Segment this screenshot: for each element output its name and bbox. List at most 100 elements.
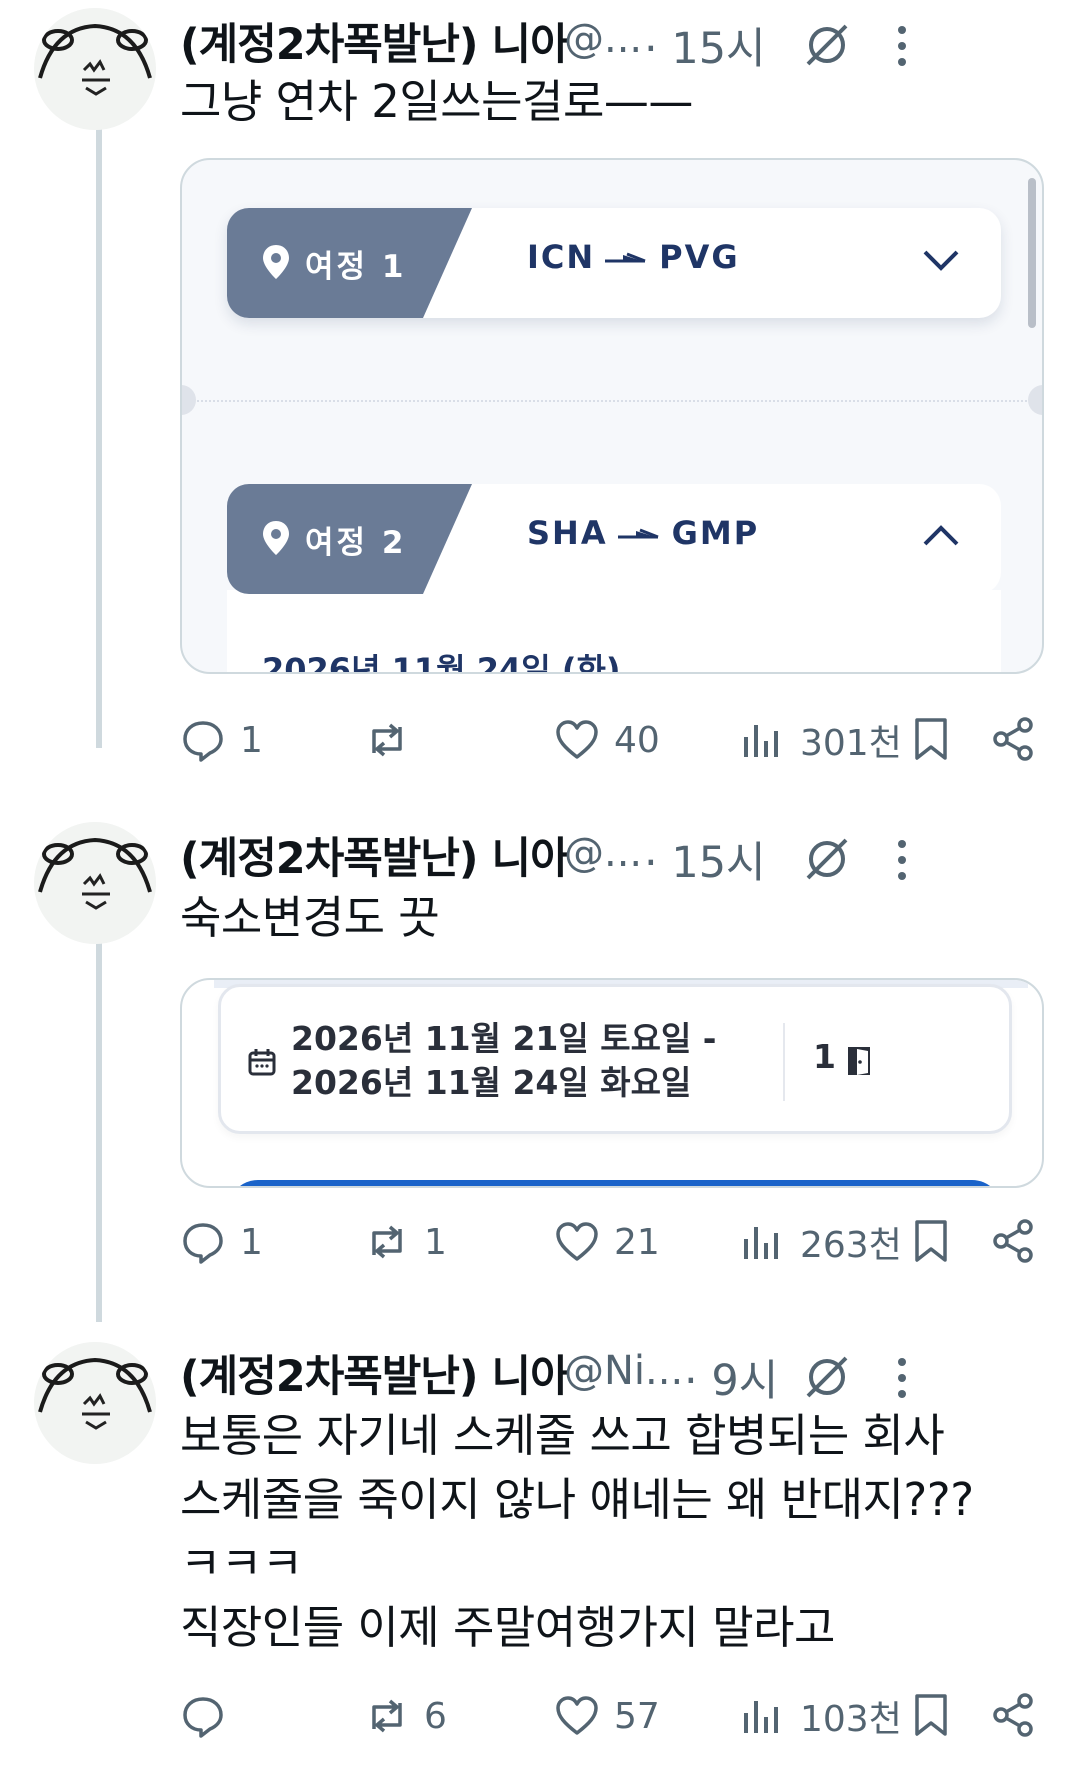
grok-icon[interactable] <box>802 1352 852 1402</box>
ticket-divider <box>182 400 1042 402</box>
tweet-text: 보통은 자기네 스케줄 쓰고 합병되는 회사 스케줄을 죽이지 않나 얘네는 왜… <box>180 1404 974 1660</box>
view-count: 103천 <box>800 1699 902 1740</box>
view-count: 301천 <box>800 723 902 764</box>
reply-button[interactable]: 1 <box>180 710 263 770</box>
action-bar: 6 57 103천 <box>180 1686 1050 1746</box>
avatar[interactable] <box>34 822 156 944</box>
avatar[interactable] <box>34 8 156 130</box>
tweet-text: 그냥 연차 2일쓰는걸로—— <box>180 70 693 134</box>
scrollbar[interactable] <box>1028 178 1036 328</box>
itinerary-label: 여정 1 <box>305 249 407 285</box>
like-icon <box>556 1696 598 1735</box>
repost-icon <box>372 1699 402 1733</box>
hotel-screenshot[interactable]: 2026년 11월 21일 토요일 - 2026년 11월 24일 화요일 1 <box>180 978 1044 1188</box>
origin-code: ICN <box>527 238 596 276</box>
ticket-notch <box>1028 385 1042 415</box>
grok-icon[interactable] <box>802 20 852 70</box>
bookmark-icon[interactable] <box>908 716 954 762</box>
check-in-date: 2026년 11월 21일 토요일 - <box>291 1019 717 1058</box>
reply-button[interactable]: 1 <box>180 1212 263 1272</box>
display-name[interactable]: (계정2차폭발난) 니아 <box>180 1342 570 1404</box>
stay-dates: 2026년 11월 21일 토요일 - 2026년 11월 24일 화요일 <box>291 1017 717 1105</box>
repost-icon <box>372 723 402 757</box>
tweet[interactable]: (계정2차폭발난) 니아 @... · 15시 그냥 연차 2일쓰는걸로—— 여… <box>0 0 1080 790</box>
repost-button[interactable] <box>364 710 424 770</box>
repost-count: 1 <box>424 1221 447 1263</box>
ticket-notch <box>182 385 196 415</box>
views-icon <box>744 1701 778 1733</box>
more-icon[interactable] <box>892 24 912 68</box>
destination-code: PVG <box>659 238 740 276</box>
repost-button[interactable]: 1 <box>364 1212 447 1272</box>
views-icon <box>744 725 778 757</box>
reply-count: 1 <box>240 719 263 761</box>
reply-count: 1 <box>240 1221 263 1263</box>
like-button[interactable]: 21 <box>554 1212 660 1272</box>
check-out-date: 2026년 11월 24일 화요일 <box>291 1063 692 1102</box>
plane-arrow-icon <box>617 528 659 539</box>
timestamp[interactable]: · 15시 <box>644 828 766 890</box>
flight-date: 2026년 11월 24일 (화) <box>262 651 621 674</box>
display-name[interactable]: (계정2차폭발난) 니아 <box>180 824 570 886</box>
itinerary-card[interactable]: 여정 2 SHA GMP <box>227 484 1001 594</box>
itinerary-label: 여정 2 <box>305 525 407 561</box>
user-handle[interactable]: @Ni... <box>564 1348 683 1394</box>
like-button[interactable]: 57 <box>554 1686 660 1746</box>
share-icon[interactable] <box>990 716 1036 762</box>
flight-screenshot[interactable]: 여정 1 ICN PVG 여정 2 SHA GMP 2026년 11월 24일 … <box>180 158 1044 674</box>
chevron-down-icon[interactable] <box>921 246 961 274</box>
views-button[interactable]: 103천 <box>740 1686 902 1746</box>
tweet[interactable]: (계정2차폭발난) 니아 @... · 15시 숙소변경도 끗 2026년 11… <box>0 800 1080 1300</box>
views-button[interactable]: 263천 <box>740 1212 902 1272</box>
tweet-text-line: ㅋㅋㅋ <box>180 1537 303 1590</box>
origin-code: SHA <box>527 514 608 552</box>
like-icon <box>556 720 598 759</box>
display-name[interactable]: (계정2차폭발난) 니아 <box>180 10 570 72</box>
plane-arrow-icon <box>605 252 646 263</box>
action-bar: 1 40 301천 <box>180 710 1050 770</box>
repost-button[interactable]: 6 <box>364 1686 447 1746</box>
like-count: 21 <box>614 1221 660 1263</box>
more-icon[interactable] <box>892 838 912 882</box>
tweet-text-line: 보통은 자기네 스케줄 쓰고 합병되는 회사 <box>180 1409 945 1462</box>
bookmark-icon[interactable] <box>908 1218 954 1264</box>
user-handle[interactable]: @... <box>564 830 642 876</box>
pin-icon <box>263 521 289 555</box>
search-button[interactable] <box>228 1180 1002 1186</box>
timestamp[interactable]: · 9시 <box>684 1346 778 1408</box>
bookmark-icon[interactable] <box>908 1692 954 1738</box>
reply-button[interactable] <box>180 1686 240 1746</box>
tweet-text: 숙소변경도 끗 <box>180 886 440 950</box>
timestamp[interactable]: · 15시 <box>644 14 766 76</box>
room-count: 1 <box>813 1037 836 1076</box>
repost-count: 6 <box>424 1695 447 1737</box>
like-button[interactable]: 40 <box>554 710 660 770</box>
tweet[interactable]: (계정2차폭발난) 니아 @Ni... · 9시 보통은 자기네 스케줄 쓰고 … <box>0 1310 1080 1773</box>
like-icon <box>556 1222 598 1261</box>
tweet-text-line: 직장인들 이제 주말여행가지 말라고 <box>180 1601 835 1654</box>
door-icon <box>848 1047 870 1075</box>
views-icon <box>744 1227 778 1259</box>
grok-icon[interactable] <box>802 834 852 884</box>
route: SHA GMP <box>527 514 759 552</box>
tweet-text-line: 숙소변경도 끗 <box>180 891 440 944</box>
separator <box>783 1023 785 1101</box>
views-button[interactable]: 301천 <box>740 710 902 770</box>
reply-icon <box>183 721 223 762</box>
share-icon[interactable] <box>990 1218 1036 1264</box>
repost-icon <box>372 1225 402 1259</box>
user-handle[interactable]: @... <box>564 16 642 62</box>
pin-icon <box>263 245 289 279</box>
tweet-text-line: 스케줄을 죽이지 않나 얘네는 왜 반대지??? <box>180 1473 974 1526</box>
itinerary-card[interactable]: 여정 1 ICN PVG <box>227 208 1001 318</box>
chevron-up-icon[interactable] <box>921 522 961 550</box>
share-icon[interactable] <box>990 1692 1036 1738</box>
like-count: 57 <box>614 1695 660 1737</box>
calendar-icon <box>248 1049 276 1076</box>
hotel-date-box[interactable]: 2026년 11월 21일 토요일 - 2026년 11월 24일 화요일 1 <box>218 984 1012 1134</box>
action-bar: 1 1 21 263천 <box>180 1212 1050 1272</box>
avatar[interactable] <box>34 1342 156 1464</box>
destination-code: GMP <box>671 514 760 552</box>
more-icon[interactable] <box>892 1356 912 1400</box>
reply-icon <box>183 1223 223 1264</box>
